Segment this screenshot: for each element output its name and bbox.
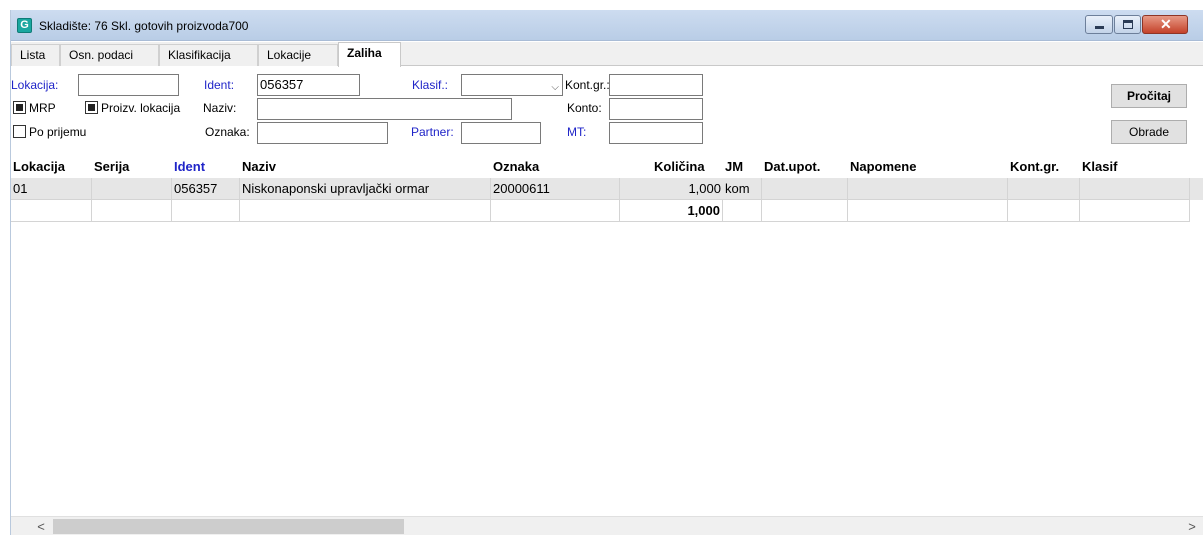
cell-kolicina: 1,000 <box>620 178 723 200</box>
maximize-button[interactable] <box>1114 15 1141 34</box>
cell-jm: kom <box>723 178 762 200</box>
close-button[interactable]: ✕ <box>1142 15 1188 34</box>
column-header-ident[interactable]: Ident <box>172 156 240 178</box>
totals-empty-cell <box>723 200 762 222</box>
cell-serija <box>92 178 172 200</box>
scroll-left-icon[interactable]: < <box>33 518 49 535</box>
cell-lokacija: 01 <box>11 178 92 200</box>
mt-label: MT: <box>567 125 587 139</box>
konto-label: Konto: <box>567 101 602 115</box>
stock-grid[interactable]: Lokacija Serija Ident Naziv Oznaka Količ… <box>11 156 1203 513</box>
column-header-kolicina[interactable]: Količina <box>652 156 723 178</box>
table-row[interactable]: 01 056357 Niskonaponski upravljački orma… <box>11 178 1203 200</box>
mrp-checkbox[interactable] <box>13 101 26 114</box>
totals-empty-cell <box>11 200 92 222</box>
window-title: Skladište: 76 Skl. gotovih proizvoda700 <box>39 19 249 33</box>
klasif-select[interactable]: ⌵ <box>461 74 563 96</box>
tab-osn-podaci[interactable]: Osn. podaci <box>60 44 159 66</box>
totals-empty-cell <box>1080 200 1190 222</box>
partner-label: Partner: <box>411 125 454 139</box>
mt-input[interactable] <box>609 122 703 144</box>
tab-lista[interactable]: Lista <box>11 44 60 66</box>
scrollbar-thumb[interactable] <box>53 519 404 534</box>
totals-empty-cell <box>240 200 491 222</box>
minimize-icon <box>1095 26 1104 29</box>
klasif-label: Klasif.: <box>412 78 449 92</box>
title-bar[interactable]: G Skladište: 76 Skl. gotovih proizvoda70… <box>11 10 1203 41</box>
totals-empty-cell <box>848 200 1008 222</box>
column-header-lokacija[interactable]: Lokacija <box>11 156 92 178</box>
chevron-down-icon[interactable]: ⌵ <box>551 78 559 98</box>
horizontal-scrollbar[interactable]: < > <box>11 516 1203 535</box>
ident-input[interactable]: 056357 <box>257 74 360 96</box>
kontgr-input[interactable] <box>609 74 703 96</box>
cell-kont-gr <box>1008 178 1080 200</box>
proizv-lokacija-checkbox[interactable] <box>85 101 98 114</box>
totals-empty-cell <box>1008 200 1080 222</box>
cell-napomene <box>848 178 1008 200</box>
oznaka-input[interactable] <box>257 122 388 144</box>
total-kolicina: 1,000 <box>620 200 723 222</box>
maximize-icon <box>1123 20 1133 29</box>
column-header-oznaka[interactable]: Oznaka <box>491 156 621 178</box>
tab-klasifikacija[interactable]: Klasifikacija <box>159 44 258 66</box>
cell-klasif <box>1080 178 1190 200</box>
oznaka-label: Oznaka: <box>205 125 250 139</box>
column-header-kont-gr[interactable]: Kont.gr. <box>1008 156 1080 178</box>
konto-input[interactable] <box>609 98 703 120</box>
naziv-label: Naziv: <box>203 101 237 115</box>
cell-dat-upot <box>762 178 848 200</box>
totals-empty-cell <box>172 200 240 222</box>
column-header-jm[interactable]: JM <box>723 156 761 178</box>
column-header-klasif[interactable]: Klasif <box>1080 156 1190 178</box>
kontgr-label: Kont.gr.: <box>565 78 610 92</box>
scroll-right-icon[interactable]: > <box>1184 518 1200 535</box>
cell-naziv: Niskonaponski upravljački ormar <box>240 178 491 200</box>
tab-zaliha[interactable]: Zaliha <box>338 42 401 67</box>
cell-ident: 056357 <box>172 178 240 200</box>
column-header-napomene[interactable]: Napomene <box>848 156 1008 178</box>
po-prijemu-label: Po prijemu <box>29 125 87 139</box>
totals-empty-cell <box>92 200 172 222</box>
totals-row: 1,000 <box>11 200 1203 222</box>
tab-lokacije[interactable]: Lokacije <box>258 44 338 66</box>
tab-bar: Lista Osn. podaci Klasifikacija Lokacije… <box>11 42 1203 67</box>
obrade-button[interactable]: Obrade <box>1111 120 1187 144</box>
column-header-dat-upot[interactable]: Dat.upot. <box>762 156 847 178</box>
procitaj-button[interactable]: Pročitaj <box>1111 84 1187 108</box>
totals-empty-cell <box>762 200 848 222</box>
partner-input[interactable] <box>461 122 541 144</box>
po-prijemu-checkbox[interactable] <box>13 125 26 138</box>
totals-empty-cell <box>491 200 620 222</box>
close-icon: ✕ <box>1160 16 1172 32</box>
lokacija-input[interactable] <box>78 74 179 96</box>
app-icon: G <box>17 18 32 33</box>
proizv-lokacija-label: Proizv. lokacija <box>101 101 181 115</box>
minimize-button[interactable] <box>1085 15 1113 34</box>
app-window: G Skladište: 76 Skl. gotovih proizvoda70… <box>10 10 1203 535</box>
lokacija-label: Lokacija: <box>11 78 59 92</box>
naziv-input[interactable] <box>257 98 512 120</box>
ident-label: Ident: <box>204 78 235 92</box>
cell-oznaka: 20000611 <box>491 178 620 200</box>
column-header-serija[interactable]: Serija <box>92 156 172 178</box>
mrp-label: MRP <box>29 101 56 115</box>
column-header-naziv[interactable]: Naziv <box>240 156 490 178</box>
